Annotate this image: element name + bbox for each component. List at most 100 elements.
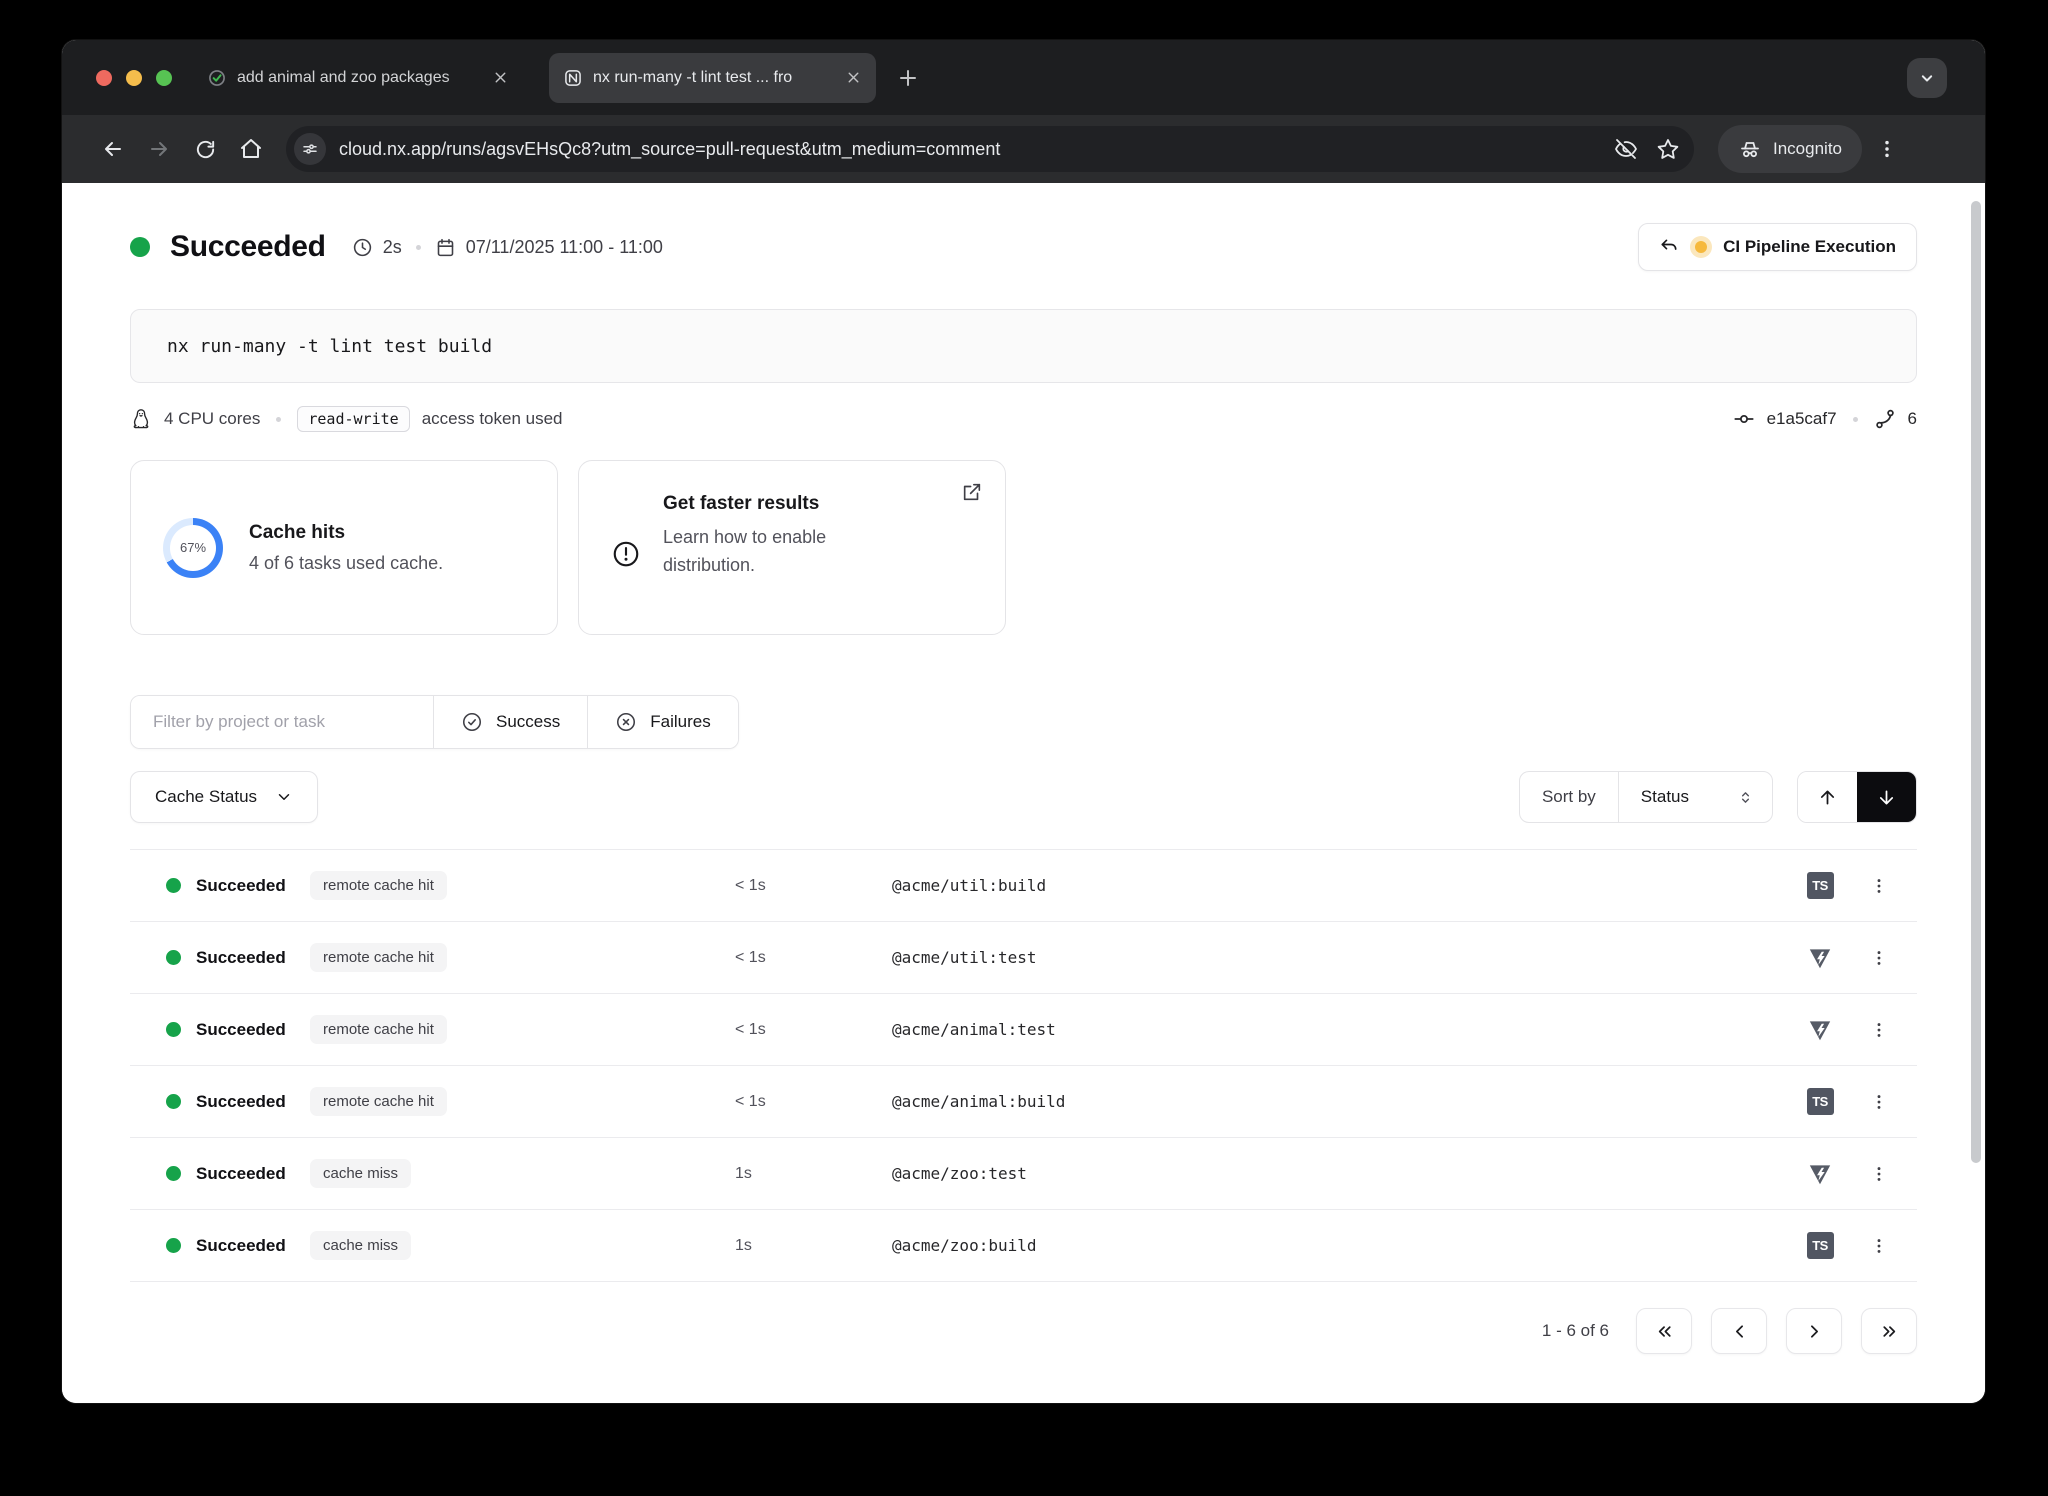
chevron-right-icon	[1804, 1321, 1825, 1342]
row-task[interactable]: @acme/util:test	[892, 948, 1785, 967]
incognito-label: Incognito	[1773, 139, 1842, 159]
commit-hash[interactable]: e1a5caf7	[1767, 409, 1837, 429]
pipeline-button-label: CI Pipeline Execution	[1723, 237, 1896, 257]
branch-count[interactable]: 6	[1908, 409, 1917, 429]
new-tab-button[interactable]	[896, 66, 920, 90]
table-row[interactable]: Succeeded remote cache hit < 1s @acme/an…	[130, 1066, 1917, 1138]
undo-arrow-icon	[1659, 237, 1679, 257]
close-tab-icon[interactable]	[492, 69, 509, 86]
duration-text: 2s	[383, 237, 402, 258]
row-task[interactable]: @acme/util:build	[892, 876, 1785, 895]
browser-menu-icon[interactable]	[1876, 138, 1898, 160]
table-row[interactable]: Succeeded cache miss 1s @acme/zoo:test T…	[130, 1138, 1917, 1210]
cache-status-label: Cache Status	[155, 787, 257, 807]
sort-by-label: Sort by	[1520, 772, 1618, 822]
close-tab-icon[interactable]	[845, 69, 862, 86]
status-dot	[166, 1022, 181, 1037]
cache-donut-chart: 67%	[163, 518, 223, 578]
nx-cloud-favicon	[563, 68, 583, 88]
row-menu-icon[interactable]	[1855, 1164, 1903, 1184]
nx-cloud-run-page: Succeeded 2s 07/11/2025 11:00 - 11:00	[62, 183, 1985, 1403]
page-scrollbar[interactable]	[1971, 201, 1981, 1163]
typescript-icon: TS	[1807, 1232, 1834, 1259]
sort-descending-button[interactable]	[1857, 772, 1916, 822]
cache-badge: cache miss	[310, 1231, 411, 1260]
row-menu-icon[interactable]	[1855, 948, 1903, 968]
close-window-button[interactable]	[96, 70, 112, 86]
table-row[interactable]: Succeeded remote cache hit < 1s @acme/an…	[130, 994, 1917, 1066]
row-menu-icon[interactable]	[1855, 1020, 1903, 1040]
separator-dot	[276, 417, 281, 422]
sort-field-value: Status	[1641, 787, 1689, 807]
access-token-chip: read-write	[297, 406, 409, 432]
next-page-button[interactable]	[1786, 1308, 1842, 1354]
success-filter-label: Success	[496, 712, 560, 732]
filter-input[interactable]	[131, 696, 433, 748]
address-bar[interactable]: cloud.nx.app/runs/agsvEHsQc8?utm_source=…	[286, 126, 1694, 172]
cache-status-dropdown[interactable]: Cache Status	[130, 771, 318, 823]
incognito-icon	[1738, 137, 1762, 161]
vitest-icon	[1807, 1161, 1833, 1187]
first-page-button[interactable]	[1636, 1308, 1692, 1354]
reload-button[interactable]	[182, 126, 228, 172]
arrow-up-icon	[1817, 787, 1838, 808]
clock-icon	[352, 237, 373, 258]
alert-circle-icon	[611, 539, 641, 580]
row-task[interactable]: @acme/animal:test	[892, 1020, 1785, 1039]
zoom-window-button[interactable]	[156, 70, 172, 86]
tab-title: nx run-many -t lint test ... fro	[593, 69, 835, 87]
browser-tab-nx-run[interactable]: nx run-many -t lint test ... fro	[549, 53, 876, 103]
previous-page-button[interactable]	[1711, 1308, 1767, 1354]
chevron-down-icon	[275, 788, 293, 806]
table-row[interactable]: Succeeded remote cache hit < 1s @acme/ut…	[130, 922, 1917, 994]
external-link-icon[interactable]	[961, 481, 983, 503]
row-duration: 1s	[735, 1165, 892, 1183]
table-row[interactable]: Succeeded remote cache hit < 1s @acme/ut…	[130, 850, 1917, 922]
cpu-cores-text: 4 CPU cores	[164, 409, 260, 429]
last-page-button[interactable]	[1861, 1308, 1917, 1354]
table-controls: Cache Status Sort by Status	[130, 771, 1917, 823]
run-command: nx run-many -t lint test build	[130, 309, 1917, 383]
row-menu-icon[interactable]	[1855, 1236, 1903, 1256]
site-info-icon[interactable]	[294, 133, 326, 165]
browser-toolbar: cloud.nx.app/runs/agsvEHsQc8?utm_source=…	[62, 115, 1985, 183]
table-row[interactable]: Succeeded cache miss 1s @acme/zoo:build …	[130, 1210, 1917, 1282]
browser-tab-strip: add animal and zoo packages nx run-many …	[62, 40, 1985, 115]
row-task[interactable]: @acme/zoo:test	[892, 1164, 1785, 1183]
minimize-window-button[interactable]	[126, 70, 142, 86]
row-task[interactable]: @acme/zoo:build	[892, 1236, 1785, 1255]
cache-badge: remote cache hit	[310, 943, 447, 972]
linux-penguin-icon	[130, 408, 152, 430]
cache-hits-card: 67% Cache hits 4 of 6 tasks used cache.	[130, 460, 558, 635]
row-task[interactable]: @acme/animal:build	[892, 1092, 1785, 1111]
status-dot	[166, 1238, 181, 1253]
select-chevrons-icon	[1737, 789, 1754, 806]
sort-direction-toggle	[1797, 771, 1917, 823]
home-button[interactable]	[228, 126, 274, 172]
page-title: Succeeded	[170, 230, 326, 264]
forward-button[interactable]	[136, 126, 182, 172]
status-dot	[166, 950, 181, 965]
ci-pipeline-execution-button[interactable]: CI Pipeline Execution	[1638, 223, 1917, 271]
row-duration: 1s	[735, 1237, 892, 1255]
failures-filter-button[interactable]: Failures	[587, 696, 737, 748]
status-dot	[166, 1166, 181, 1181]
browser-tab-pull-request[interactable]: add animal and zoo packages	[193, 53, 523, 103]
row-status-label: Succeeded	[196, 1020, 286, 1040]
row-menu-icon[interactable]	[1855, 1092, 1903, 1112]
pipeline-status-dot	[1695, 241, 1707, 253]
eye-off-icon[interactable]	[1614, 137, 1638, 161]
sort-field-select[interactable]: Status	[1618, 772, 1772, 822]
sort-ascending-button[interactable]	[1798, 772, 1857, 822]
success-filter-button[interactable]: Success	[433, 696, 587, 748]
bookmark-star-icon[interactable]	[1656, 137, 1680, 161]
typescript-icon: TS	[1807, 1088, 1834, 1115]
row-menu-icon[interactable]	[1855, 876, 1903, 896]
row-status-label: Succeeded	[196, 876, 286, 896]
tab-search-button[interactable]	[1907, 58, 1947, 98]
status-dot	[166, 878, 181, 893]
distribution-card[interactable]: Get faster results Learn how to enable d…	[578, 460, 1006, 635]
access-token-text: access token used	[422, 409, 563, 429]
pagination-label: 1 - 6 of 6	[1542, 1321, 1609, 1341]
back-button[interactable]	[90, 126, 136, 172]
